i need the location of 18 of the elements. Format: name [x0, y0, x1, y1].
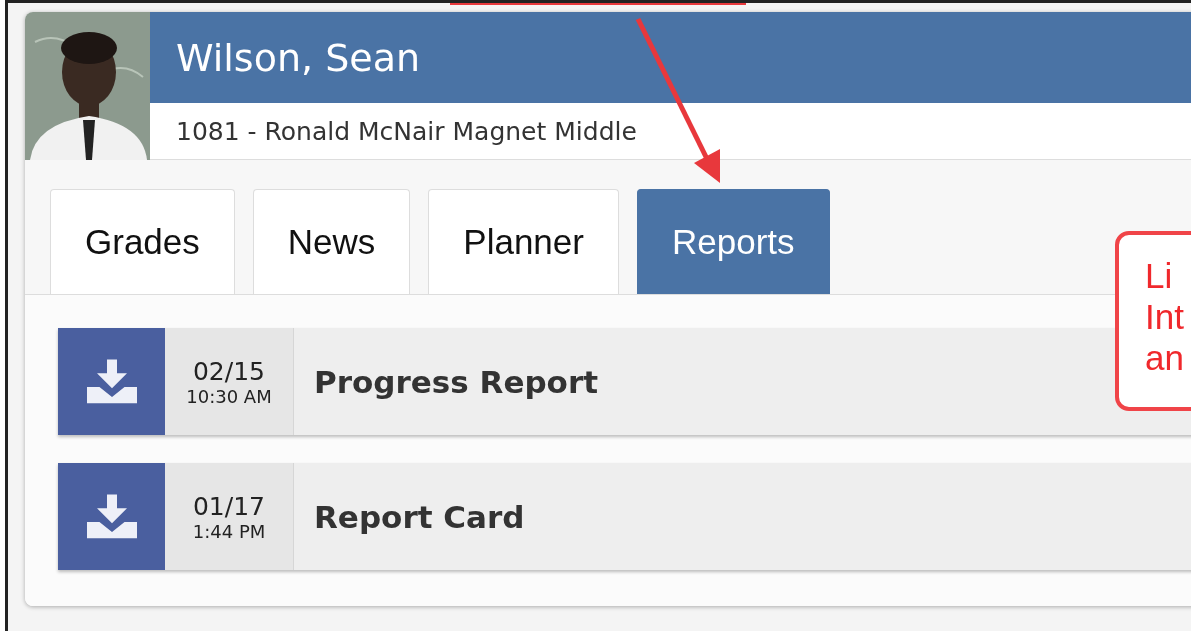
callout-text: Li: [1145, 255, 1173, 296]
download-icon: [86, 493, 137, 540]
download-button[interactable]: [58, 328, 165, 435]
download-button[interactable]: [58, 463, 165, 570]
tab[interactable]: News: [252, 189, 411, 294]
report-title[interactable]: Progress Report: [314, 363, 598, 400]
tab[interactable]: Grades: [50, 189, 235, 294]
tab[interactable]: Planner: [428, 189, 619, 294]
report-title[interactable]: Report Card: [314, 498, 525, 535]
report-date: 01/17: [192, 491, 265, 521]
report-time: 1:44 PM: [192, 520, 266, 542]
report-time: 10:30 AM: [186, 385, 272, 407]
callout-text: Int: [1145, 296, 1184, 337]
tab[interactable]: Reports: [636, 189, 830, 294]
callout-text: an: [1145, 337, 1184, 378]
report-date: 02/15: [192, 356, 265, 386]
student-name: Wilson, Sean: [176, 35, 420, 80]
download-icon: [86, 358, 137, 405]
